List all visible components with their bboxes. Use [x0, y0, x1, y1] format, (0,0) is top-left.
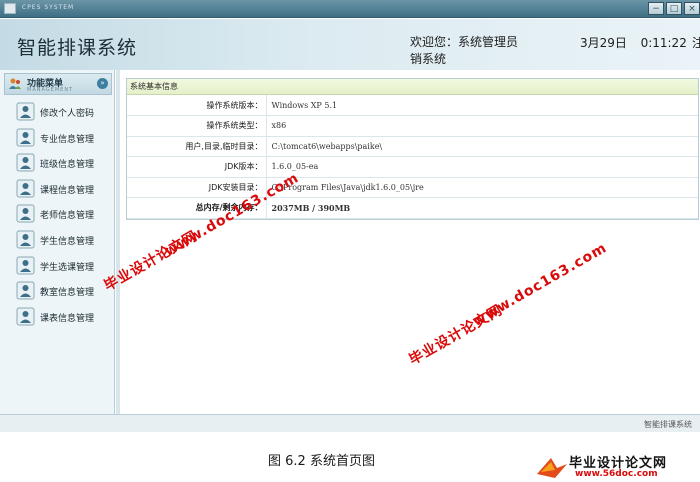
datetime: 3月29日 0:11:22	[580, 34, 687, 51]
info-key: 操作系统类型：	[127, 115, 267, 137]
table-row: JDK版本： 1.6.0_05-ea	[127, 156, 698, 178]
menu-item-change-password[interactable]: 修改个人密码	[14, 100, 110, 126]
info-value: Windows XP 5.1	[266, 95, 698, 116]
user-card-icon	[16, 128, 35, 147]
app-icon	[4, 3, 16, 14]
info-value: 1.6.0_05-ea	[266, 156, 698, 178]
menu-item-course-selection[interactable]: 学生选课管理	[14, 254, 110, 280]
info-value: C:\Program Files\Java\jdk1.6.0_05\jre	[266, 177, 698, 198]
app-title: 智能排课系统	[17, 37, 138, 59]
logo-url: www.56doc.com	[575, 469, 658, 479]
table-row: 操作系统类型： x86	[127, 115, 698, 137]
status-bar: 智能排课系统	[0, 414, 700, 432]
menu-item-student[interactable]: 学生信息管理	[14, 228, 110, 254]
menu-item-label: 学生选课管理	[40, 262, 95, 273]
menu-item-classroom[interactable]: 教室信息管理	[14, 279, 110, 305]
info-key: 操作系统版本：	[127, 95, 267, 116]
footer-text: 智能排课系统	[644, 420, 692, 429]
system-label: CPES SYSTEM	[22, 4, 75, 11]
welcome-block: 欢迎您：系统管理员 销系统	[410, 34, 540, 68]
site-logo-icon	[537, 458, 567, 478]
info-value: 2037MB / 390MB	[266, 197, 698, 219]
menu-list: 修改个人密码 专业信息管理 班级信息管理 课程信息管理 老师信息管理 学生信息管…	[14, 100, 110, 330]
menu-item-major[interactable]: 专业信息管理	[14, 126, 110, 152]
menu-item-label: 课程信息管理	[40, 185, 95, 196]
user-card-icon	[16, 179, 35, 198]
sidebar: 功能菜单 MANAGEMENT » 修改个人密码 专业信息管理 班级信息管理 课…	[0, 70, 115, 414]
close-button[interactable]: ×	[684, 2, 700, 15]
menu-item-label: 教室信息管理	[40, 288, 95, 299]
menu-item-label: 课表信息管理	[40, 313, 95, 324]
minimize-button[interactable]: −	[648, 2, 664, 15]
user-card-icon	[16, 230, 35, 249]
menu-item-label: 老师信息管理	[40, 211, 95, 222]
user-card-icon	[16, 102, 35, 121]
menu-item-label: 学生信息管理	[40, 236, 95, 247]
user-card-icon	[16, 153, 35, 172]
collapse-menu-button[interactable]: »	[97, 78, 108, 89]
menu-item-class[interactable]: 班级信息管理	[14, 151, 110, 177]
users-icon	[9, 78, 21, 89]
header-overflow-text[interactable]: 注	[692, 34, 700, 51]
maximize-button[interactable]: □	[666, 2, 682, 15]
table-row: 用户,目录,临时目录： C:\tomcat6\webapps\paike\	[127, 136, 698, 157]
info-key: JDK安装目录：	[127, 177, 267, 198]
menu-item-timetable[interactable]: 课表信息管理	[14, 305, 110, 331]
menu-item-teacher[interactable]: 老师信息管理	[14, 202, 110, 228]
system-info-table: 操作系统版本： Windows XP 5.1 操作系统类型： x86 用户,目录…	[127, 95, 698, 219]
table-row: 总内存/剩余内存： 2037MB / 390MB	[127, 197, 698, 219]
info-value: C:\tomcat6\webapps\paike\	[266, 136, 698, 157]
info-key: JDK版本：	[127, 156, 267, 178]
menu-item-course[interactable]: 课程信息管理	[14, 177, 110, 203]
user-card-icon	[16, 307, 35, 326]
corner-logo: 毕业设计论文网 www.56doc.com	[535, 452, 700, 482]
figure-caption: 图 6.2 系统首页图	[268, 454, 375, 469]
user-card-icon	[16, 204, 35, 223]
menu-item-label: 专业信息管理	[40, 134, 95, 145]
panel-title: 系统基本信息	[127, 79, 698, 95]
logout-link[interactable]: 销系统	[410, 51, 540, 68]
table-row: 操作系统版本： Windows XP 5.1	[127, 95, 698, 116]
window-title-bar: CPES SYSTEM − □ ×	[0, 0, 700, 18]
user-card-icon	[16, 281, 35, 300]
date-text: 3月29日	[580, 36, 627, 50]
info-value: x86	[266, 115, 698, 137]
info-key: 用户,目录,临时目录：	[127, 136, 267, 157]
welcome-text: 欢迎您：系统管理员	[410, 35, 519, 49]
menu-item-label: 班级信息管理	[40, 160, 95, 171]
window-controls: − □ ×	[646, 2, 700, 15]
page-header: 智能排课系统 欢迎您：系统管理员 销系统 3月29日 0:11:22 注	[0, 19, 700, 70]
user-card-icon	[16, 256, 35, 275]
menu-subtitle: MANAGEMENT	[27, 87, 74, 93]
menu-header: 功能菜单 MANAGEMENT »	[4, 73, 112, 95]
system-info-panel: 系统基本信息 操作系统版本： Windows XP 5.1 操作系统类型： x8…	[126, 78, 699, 220]
time-text: 0:11:22	[640, 36, 687, 50]
table-row: JDK安装目录： C:\Program Files\Java\jdk1.6.0_…	[127, 177, 698, 198]
menu-item-label: 修改个人密码	[40, 109, 95, 119]
